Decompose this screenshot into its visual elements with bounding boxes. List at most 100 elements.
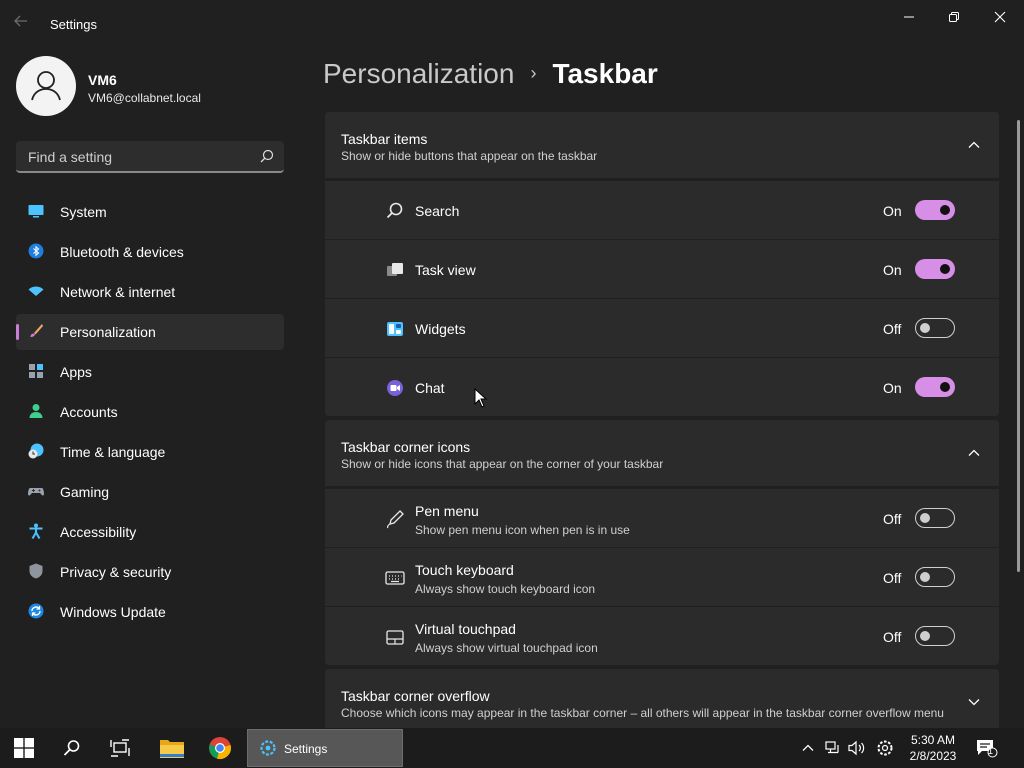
pen-menu-toggle[interactable] [915, 508, 955, 528]
sidebar-item-bluetooth[interactable]: Bluetooth & devices [16, 234, 284, 270]
pen-icon [387, 510, 404, 529]
minimize-button[interactable] [889, 6, 929, 28]
setting-description: Always show virtual touchpad icon [415, 641, 598, 655]
chrome-icon [209, 737, 231, 759]
sidebar-item-label: Privacy & security [60, 564, 172, 580]
setting-row-touch-keyboard: Touch keyboard Always show touch keyboar… [325, 548, 999, 606]
file-explorer-button[interactable] [150, 728, 194, 768]
sidebar-item-accessibility[interactable]: Accessibility [16, 514, 284, 550]
setting-label: Virtual touchpad [415, 621, 516, 637]
setting-label: Touch keyboard [415, 562, 514, 578]
chrome-button[interactable] [199, 728, 241, 768]
setting-row-pen-menu: Pen menu Show pen menu icon when pen is … [325, 489, 999, 547]
search-input[interactable] [26, 145, 250, 169]
breadcrumb-parent[interactable]: Personalization [323, 58, 514, 89]
clock-globe-icon [28, 443, 44, 459]
sidebar-item-system[interactable]: System [16, 194, 284, 230]
system-clock[interactable]: 5:30 AM 2/8/2023 [898, 732, 968, 764]
sidebar-nav: System Bluetooth & devices Network & int… [16, 194, 284, 634]
network-tray-button[interactable] [822, 728, 844, 768]
accessibility-icon [29, 523, 43, 539]
monitor-icon [28, 205, 44, 218]
sidebar-item-accounts[interactable]: Accounts [16, 394, 284, 430]
chat-toggle[interactable] [915, 377, 955, 397]
person-icon [29, 404, 43, 418]
sidebar-item-label: Gaming [60, 484, 110, 500]
breadcrumb-separator: › [530, 63, 537, 83]
toggle-state-text: Off [883, 321, 902, 337]
task-view-icon [387, 263, 403, 276]
search-icon [386, 202, 403, 219]
setting-label: Chat [415, 380, 445, 396]
sidebar-item-label: Bluetooth & devices [60, 244, 184, 260]
task-view-button[interactable] [100, 728, 140, 768]
section-title: Taskbar corner overflow [341, 688, 490, 704]
search-box[interactable] [16, 141, 284, 173]
search-icon[interactable] [260, 149, 274, 168]
page-title: Taskbar [552, 58, 658, 89]
title-bar: Settings [0, 0, 1024, 48]
setting-description: Show pen menu icon when pen is in use [415, 523, 630, 537]
sidebar-item-network[interactable]: Network & internet [16, 274, 284, 310]
taskbar: Settings 5:30 AM 2/8/2023 1 [0, 728, 1024, 768]
toggle-state-text: On [883, 203, 902, 219]
section-subtitle: Show or hide buttons that appear on the … [341, 149, 598, 163]
section-title: Taskbar corner icons [341, 439, 471, 455]
avatar [16, 56, 76, 116]
chat-icon [387, 380, 403, 396]
sidebar-item-windows-update[interactable]: Windows Update [16, 594, 284, 630]
network-icon [825, 741, 839, 754]
gear-icon [260, 740, 276, 756]
restore-button[interactable] [934, 6, 974, 28]
taskbar-search-button[interactable] [52, 728, 92, 768]
settings-tray-button[interactable] [874, 728, 896, 768]
close-button[interactable] [980, 6, 1020, 28]
search-toggle[interactable] [915, 200, 955, 220]
virtual-touchpad-toggle[interactable] [915, 626, 955, 646]
folder-icon [160, 740, 184, 758]
speaker-icon [848, 740, 865, 756]
chevron-down-icon[interactable] [967, 695, 981, 709]
scrollbar[interactable] [1017, 120, 1020, 572]
task-view-toggle[interactable] [915, 259, 955, 279]
taskbar-settings-app[interactable]: Settings [247, 729, 403, 767]
section-header-corner-overflow[interactable]: Taskbar corner overflow Choose which ico… [325, 669, 999, 735]
setting-description: Always show touch keyboard icon [415, 582, 596, 596]
sidebar-item-label: Time & language [60, 444, 166, 460]
start-button[interactable] [4, 728, 44, 768]
setting-label: Pen menu [415, 503, 479, 519]
chevron-up-icon[interactable] [967, 138, 981, 152]
notification-center-button[interactable]: 1 [974, 728, 1000, 768]
toggle-state-text: Off [883, 629, 902, 645]
show-hidden-icons-button[interactable] [798, 728, 818, 768]
touch-keyboard-toggle[interactable] [915, 567, 955, 587]
mouse-cursor-icon [474, 388, 488, 408]
sidebar-item-privacy[interactable]: Privacy & security [16, 554, 284, 590]
windows-logo-icon [14, 738, 34, 758]
profile-email: VM6@collabnet.local [88, 91, 201, 105]
section-title: Taskbar items [341, 131, 428, 147]
setting-row-widgets: Widgets Off [325, 299, 999, 357]
section-header-corner-icons[interactable]: Taskbar corner icons Show or hide icons … [325, 420, 999, 486]
breadcrumb: Personalization › Taskbar [323, 58, 658, 90]
clock-date: 2/8/2023 [909, 749, 957, 763]
sidebar-item-label: Accessibility [60, 524, 137, 540]
sidebar-item-time-language[interactable]: Time & language [16, 434, 284, 470]
close-icon [994, 11, 1006, 23]
sidebar-item-gaming[interactable]: Gaming [16, 474, 284, 510]
chevron-up-icon [802, 744, 814, 751]
volume-tray-button[interactable] [846, 728, 868, 768]
chevron-up-icon[interactable] [967, 446, 981, 460]
sidebar-item-apps[interactable]: Apps [16, 354, 284, 390]
clock-time: 5:30 AM [910, 733, 956, 747]
section-header-taskbar-items[interactable]: Taskbar items Show or hide buttons that … [325, 112, 999, 178]
minimize-icon [904, 16, 914, 18]
widgets-toggle[interactable] [915, 318, 955, 338]
setting-row-search: Search On [325, 181, 999, 239]
widgets-icon [387, 322, 403, 336]
sidebar-item-personalization[interactable]: Personalization [16, 314, 284, 350]
toggle-state-text: Off [883, 570, 902, 586]
keyboard-icon [385, 571, 405, 585]
task-view-icon [110, 739, 130, 757]
back-button[interactable] [14, 14, 28, 33]
